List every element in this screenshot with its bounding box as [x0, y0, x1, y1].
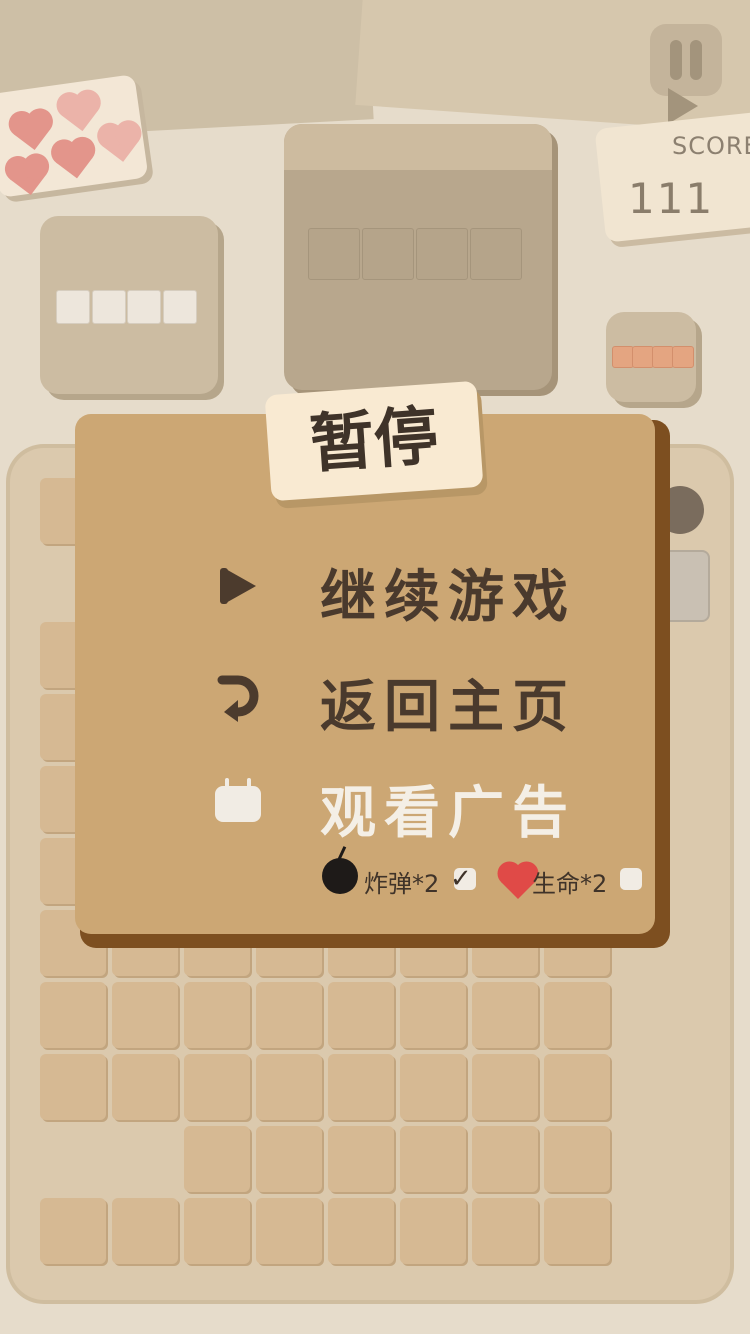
piece-cell: [416, 228, 468, 280]
board-cell[interactable]: [328, 1126, 394, 1192]
return-home-label: 返回主页: [320, 675, 576, 740]
piece-cell: [127, 290, 161, 324]
board-cell[interactable]: [472, 982, 538, 1048]
board-cell[interactable]: [544, 1126, 610, 1192]
board-cell[interactable]: [256, 1054, 322, 1120]
piece-cell: [56, 290, 90, 324]
board-cell[interactable]: [400, 1054, 466, 1120]
heart-icon: [102, 125, 139, 162]
board-cell[interactable]: [328, 1198, 394, 1264]
play-icon: [224, 568, 256, 604]
board-cell[interactable]: [256, 982, 322, 1048]
continue-game-label: 继续游戏: [320, 565, 576, 630]
board-cell[interactable]: [328, 982, 394, 1048]
board-cell[interactable]: [40, 1054, 106, 1120]
piece-cell: [163, 290, 197, 324]
board-cell[interactable]: [40, 982, 106, 1048]
continue-game-button[interactable]: 继续游戏: [200, 548, 580, 630]
watch-ad-button[interactable]: 观看广告: [200, 766, 580, 846]
heart-icon: [61, 94, 99, 132]
bomb-icon: [322, 858, 358, 894]
board-cell[interactable]: [184, 982, 250, 1048]
piece-cell: [92, 290, 126, 324]
board-cell[interactable]: [184, 1054, 250, 1120]
reward-bomb-label: 炸弹*2: [364, 870, 440, 898]
board-cell[interactable]: [112, 982, 178, 1048]
pause-button[interactable]: [650, 24, 722, 96]
return-home-button[interactable]: 返回主页: [200, 658, 580, 740]
piece-cell: [308, 228, 360, 280]
tv-icon: [215, 778, 261, 822]
piece-cell: [632, 346, 654, 368]
score-label: SCORE: [672, 132, 750, 160]
pause-icon: [670, 40, 682, 80]
dialog-title: 暂停: [307, 399, 441, 483]
heart-icon: [494, 862, 535, 899]
piece-cell: [652, 346, 674, 368]
board-cell[interactable]: [472, 1126, 538, 1192]
board-cell[interactable]: [400, 982, 466, 1048]
board-cell[interactable]: [472, 1198, 538, 1264]
reward-life-label: 生命*2: [532, 870, 608, 898]
watch-ad-label: 观看广告: [320, 781, 576, 846]
piece-cell: [612, 346, 634, 368]
heart-icon: [13, 113, 51, 151]
tv-antenna: [225, 778, 229, 790]
board-cell[interactable]: [544, 1198, 610, 1264]
pause-icon: [690, 40, 702, 80]
piece-tray-left[interactable]: [40, 216, 218, 394]
board-cell[interactable]: [472, 1054, 538, 1120]
score-value: 111: [628, 174, 715, 223]
dialog-title-card: 暂停: [264, 380, 484, 502]
board-cell[interactable]: [184, 1198, 250, 1264]
return-arrow-icon: [217, 675, 259, 722]
piece-cell: [470, 228, 522, 280]
board-cell[interactable]: [256, 1126, 322, 1192]
board-cell[interactable]: [184, 1126, 250, 1192]
check-icon: ✓: [450, 864, 472, 894]
board-cell[interactable]: [328, 1054, 394, 1120]
piece-cell: [362, 228, 414, 280]
tv-antenna: [247, 778, 251, 790]
lives-card: [0, 74, 149, 198]
board-cell[interactable]: [112, 1054, 178, 1120]
board-cell[interactable]: [400, 1198, 466, 1264]
heart-icon: [56, 141, 93, 179]
tray-header: [284, 124, 552, 170]
piece-tray-center[interactable]: [284, 124, 552, 390]
heart-icon: [10, 158, 47, 195]
board-cell[interactable]: [256, 1198, 322, 1264]
board-cell[interactable]: [544, 982, 610, 1048]
board-cell[interactable]: [400, 1126, 466, 1192]
board-cell[interactable]: [40, 1198, 106, 1264]
piece-tray-right[interactable]: [606, 312, 696, 402]
board-cell[interactable]: [112, 1198, 178, 1264]
piece-cell: [672, 346, 694, 368]
reward-life-checkbox[interactable]: [620, 868, 642, 890]
board-cell[interactable]: [544, 1054, 610, 1120]
